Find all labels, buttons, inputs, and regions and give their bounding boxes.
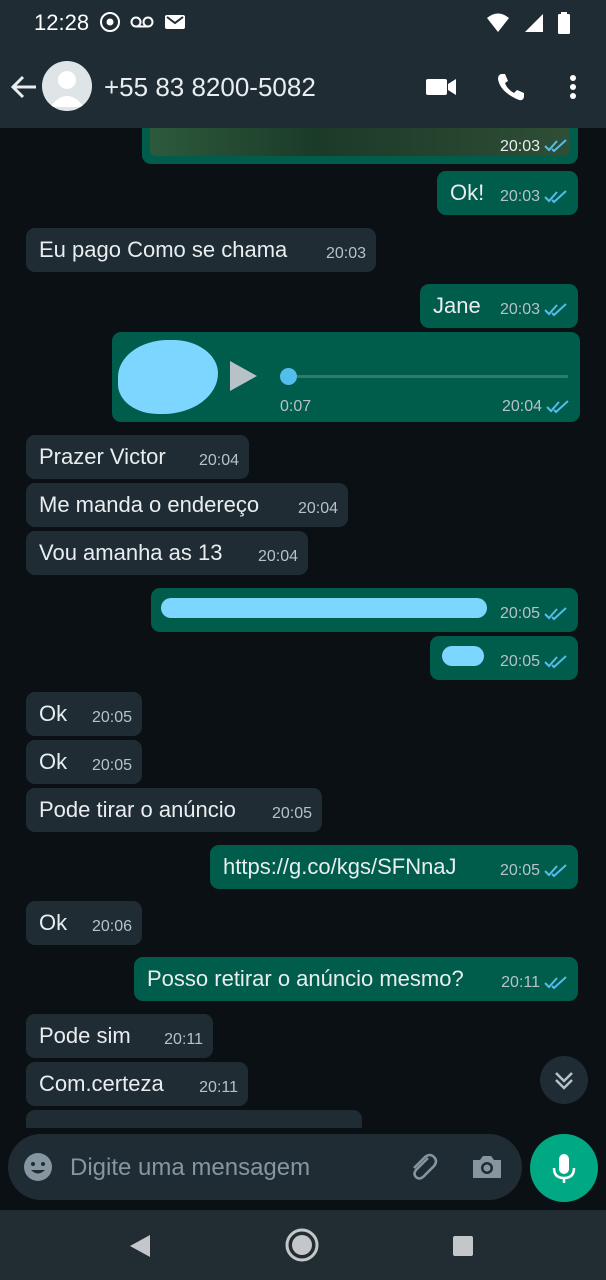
message-composer: Digite uma mensagem [8, 1134, 522, 1200]
message-time: 20:11 [164, 1031, 203, 1048]
home-nav-icon[interactable] [284, 1227, 320, 1263]
message-time: 20:03 [499, 188, 540, 205]
message-bubble-in[interactable]: Me manda o endereço 20:04 [26, 483, 348, 527]
contact-name[interactable]: +55 83 8200-5082 [104, 72, 316, 103]
video-call-icon[interactable] [424, 70, 458, 104]
default-avatar-icon [50, 71, 84, 107]
message-time: 20:05 [271, 805, 312, 822]
message-bubble-in[interactable]: Pode sim 20:11 [26, 1014, 213, 1058]
voice-record-button[interactable] [530, 1134, 598, 1202]
message-text: Com.certeza [39, 1071, 164, 1096]
message-text: Posso retirar o anúncio mesmo? [147, 966, 464, 991]
message-text: Eu pago Como se chama [39, 237, 288, 262]
message-time: 20:03 [499, 138, 540, 155]
signal-icon [525, 14, 543, 32]
camera-icon[interactable] [470, 1150, 504, 1184]
message-bubble-in[interactable]: Eu pago Como se chama 20:03 [26, 228, 376, 272]
message-text: Ok! [450, 180, 485, 205]
read-ticks-icon [544, 607, 567, 621]
message-time: 20:04 [501, 398, 542, 415]
audio-message[interactable]: 0:07 20:04 [112, 332, 580, 422]
chat-header: +55 83 8200-5082 [0, 46, 606, 128]
message-time: 20:11 [501, 974, 540, 991]
message-time: 20:05 [91, 709, 132, 726]
image-message[interactable]: 20:03 [142, 128, 578, 164]
voicemail-icon [130, 16, 154, 28]
message-bubble-in[interactable]: Pode tirar o anúncio 20:05 [26, 788, 322, 832]
message-text: Vou amanha as 13 [39, 540, 223, 565]
back-nav-icon[interactable] [128, 1234, 152, 1258]
message-bubble-in[interactable] [26, 1110, 362, 1128]
message-text: Ok [39, 701, 68, 726]
message-time: 20:11 [199, 1079, 238, 1096]
status-time: 12:28 [34, 10, 90, 35]
message-bubble-out[interactable]: 20:05 [151, 588, 578, 632]
message-time: 20:04 [198, 452, 239, 469]
message-bubble-in[interactable]: Vou amanha as 13 20:04 [26, 531, 308, 575]
read-ticks-icon [544, 190, 567, 204]
redacted-text [161, 598, 487, 618]
audio-progress-track[interactable] [284, 375, 568, 378]
redacted-text [442, 646, 484, 666]
mic-icon [552, 1154, 576, 1183]
chrome-icon [100, 12, 120, 32]
play-icon[interactable] [226, 358, 260, 394]
read-ticks-icon [544, 864, 567, 878]
message-time: 20:06 [91, 918, 132, 935]
audio-duration: 0:07 [280, 398, 312, 415]
message-bubble-out[interactable]: Posso retirar o anúncio mesmo? 20:11 [134, 957, 578, 1001]
message-text: Pode sim [39, 1023, 131, 1048]
system-nav-bar [0, 1210, 606, 1280]
status-bar: 12:28 [0, 0, 606, 46]
message-bubble-out[interactable]: Ok! 20:03 [437, 171, 578, 215]
recents-nav-icon[interactable] [452, 1235, 474, 1257]
message-bubble-in[interactable]: Ok 20:05 [26, 692, 142, 736]
message-text: Ok [39, 910, 68, 935]
message-time: 20:05 [499, 862, 540, 879]
message-time: 20:03 [325, 245, 366, 262]
message-bubble-in[interactable]: Ok 20:05 [26, 740, 142, 784]
back-arrow-icon[interactable] [10, 73, 38, 101]
message-time: 20:04 [257, 548, 298, 565]
message-text: Ok [39, 749, 68, 774]
message-time: 20:05 [499, 605, 540, 622]
read-ticks-icon [544, 139, 567, 153]
message-bubble-out[interactable]: 20:05 [430, 636, 578, 680]
scroll-to-bottom-button[interactable] [540, 1056, 588, 1104]
message-time: 20:05 [499, 653, 540, 670]
message-text: Jane [433, 293, 481, 318]
gmail-icon [165, 15, 185, 29]
redacted-avatar [118, 340, 218, 414]
message-bubble-out[interactable]: Jane 20:03 [420, 284, 578, 328]
attach-icon[interactable] [406, 1150, 440, 1184]
message-text: Pode tirar o anúncio [39, 797, 236, 822]
message-link[interactable]: https://g.co/kgs/SFNnaJ [223, 854, 457, 880]
message-text: Me manda o endereço [39, 492, 260, 517]
message-input[interactable]: Digite uma mensagem [70, 1154, 310, 1182]
audio-seek-handle[interactable] [280, 368, 297, 385]
read-ticks-icon [544, 976, 567, 990]
message-bubble-in[interactable]: Prazer Victor 20:04 [26, 435, 249, 479]
double-chevron-down-icon [555, 1072, 573, 1090]
message-bubble-in[interactable]: Com.certeza 20:11 [26, 1062, 248, 1106]
message-time: 20:05 [91, 757, 132, 774]
message-bubble-in[interactable]: Ok 20:06 [26, 901, 142, 945]
avatar[interactable] [42, 61, 92, 111]
message-text: Prazer Victor [39, 444, 166, 469]
chat-area[interactable]: 20:03 Ok! 20:03 Eu pago Como se chama 20… [0, 128, 606, 1128]
message-bubble-out[interactable]: https://g.co/kgs/SFNnaJ 20:05 [210, 845, 578, 889]
more-vert-icon[interactable] [556, 70, 590, 104]
emoji-icon[interactable] [22, 1151, 54, 1183]
message-time: 20:03 [499, 301, 540, 318]
read-ticks-icon [544, 655, 567, 669]
message-time: 20:04 [297, 500, 338, 517]
wifi-icon [487, 13, 509, 32]
phone-icon[interactable] [494, 70, 528, 104]
read-ticks-icon [544, 303, 567, 317]
battery-icon [558, 12, 570, 34]
read-ticks-icon [546, 400, 569, 414]
